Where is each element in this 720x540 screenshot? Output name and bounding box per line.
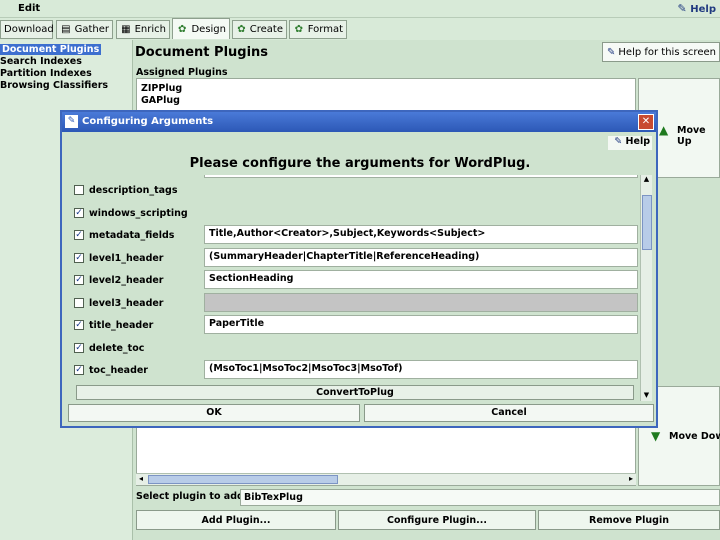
tab-create-label: Create (249, 24, 283, 35)
arg-row-delete-toc: ✓ delete_toc (66, 337, 640, 359)
arg-row-title-header: ✓ title_header PaperTitle (66, 314, 640, 336)
arg-label: description_tags (89, 184, 178, 196)
tab-design[interactable]: ✿ Design (172, 18, 230, 39)
arrow-down-icon: ▼ (651, 429, 661, 443)
vertical-scrollbar[interactable]: ▲ ▼ (640, 175, 652, 401)
checkbox-level3-header[interactable] (74, 298, 84, 308)
select-plugin-dropdown[interactable]: BibTexPlug (240, 489, 720, 506)
move-down-label: Move Down (669, 431, 720, 442)
tab-download[interactable]: Download (0, 20, 54, 39)
scroll-up-icon[interactable]: ▲ (641, 175, 652, 185)
configure-plugin-button[interactable]: Configure Plugin... (338, 510, 536, 530)
arg-label: toc_header (89, 364, 148, 376)
scroll-right-icon[interactable]: ▸ (626, 474, 636, 485)
checkbox-title-header[interactable]: ✓ (74, 320, 84, 330)
gear-icon: ✿ (237, 24, 246, 35)
arg-row-toc-header: ✓ toc_header (MsoToc1|MsoToc2|MsoToc3|Ms… (66, 359, 640, 381)
checkbox-delete-toc[interactable]: ✓ (74, 343, 84, 353)
checkbox-level1-header[interactable]: ✓ (74, 253, 84, 263)
dialog-help-label: Help (625, 136, 650, 147)
help-menu-label: Help (690, 4, 716, 15)
scroll-thumb[interactable] (148, 475, 338, 484)
arguments-list: description_tags ✓ windows_scripting ✓ m… (66, 175, 646, 399)
sidebar-item-document-plugins[interactable]: Document Plugins (0, 44, 102, 55)
assigned-plugins-label: Assigned Plugins (136, 67, 228, 78)
tab-gather-label: Gather (74, 24, 109, 35)
list-item[interactable]: ZIPPlug (141, 83, 182, 94)
title-header-input[interactable]: PaperTitle (204, 315, 638, 334)
help-icon: ✎ (607, 46, 616, 58)
tab-enrich[interactable]: ▦ Enrich (116, 20, 170, 39)
enrich-icon: ▦ (121, 24, 131, 35)
arg-row-level2-header: ✓ level2_header SectionHeading (66, 269, 640, 291)
tab-create[interactable]: ✿ Create (232, 20, 287, 39)
arg-row-metadata-fields: ✓ metadata_fields Title,Author<Creator>,… (66, 224, 640, 246)
arg-label: title_header (89, 319, 154, 331)
convert-to-plug-button[interactable]: ConvertToPlug (76, 385, 634, 400)
toc-header-input[interactable]: (MsoToc1|MsoToc2|MsoToc3|MsoTof) (204, 360, 638, 379)
dialog-title: Configuring Arguments (82, 116, 214, 127)
scroll-down-icon[interactable]: ▼ (641, 391, 652, 401)
checkbox-windows-scripting[interactable]: ✓ (74, 208, 84, 218)
metadata-fields-input[interactable]: Title,Author<Creator>,Subject,Keywords<S… (204, 225, 638, 244)
tab-enrich-label: Enrich (134, 24, 166, 35)
arg-row-description-tags: description_tags (66, 179, 640, 201)
dialog-titlebar[interactable]: ✎ Configuring Arguments ✕ (62, 112, 656, 132)
gear-icon: ✿ (294, 24, 304, 35)
checkbox-level2-header[interactable]: ✓ (74, 275, 84, 285)
ok-button[interactable]: OK (68, 404, 360, 422)
tab-bar: Download ▤ Gather ▦ Enrich ✿ Design ✿ Cr… (0, 18, 720, 40)
help-screen-button[interactable]: ✎ Help for this screen (602, 42, 720, 62)
level3-header-input (204, 293, 638, 312)
menu-bar: Edit ✎ Help (0, 0, 720, 18)
help-screen-label: Help for this screen (618, 46, 716, 58)
move-up-label: Move Up (677, 125, 706, 147)
help-icon: ✎ (677, 2, 687, 15)
remove-plugin-button[interactable]: Remove Plugin (538, 510, 720, 530)
select-plugin-label: Select plugin to add: (136, 491, 248, 502)
list-item[interactable]: GAPlug (141, 95, 180, 106)
checkbox-toc-header[interactable]: ✓ (74, 365, 84, 375)
arg-label: level1_header (89, 252, 164, 264)
tab-format-label: Format (307, 24, 343, 35)
sidebar-item-browsing-classifiers[interactable]: Browsing Classifiers (0, 80, 108, 91)
arg-label: delete_toc (89, 342, 145, 354)
page-title: Document Plugins (135, 45, 269, 60)
arg-row-windows-scripting: ✓ windows_scripting (66, 202, 640, 224)
arrow-up-icon: ▲ (659, 123, 669, 137)
configure-arguments-dialog: ✎ Configuring Arguments ✕ ✎ Help Please … (60, 110, 658, 428)
partial-field (204, 175, 638, 178)
arg-label: windows_scripting (89, 207, 188, 219)
arg-label: metadata_fields (89, 229, 175, 241)
add-plugin-button[interactable]: Add Plugin... (136, 510, 336, 530)
arg-label: level3_header (89, 297, 164, 309)
level1-header-input[interactable]: (SummaryHeader|ChapterTitle|ReferenceHea… (204, 248, 638, 267)
sidebar-item-search-indexes[interactable]: Search Indexes (0, 56, 82, 67)
checkbox-description-tags[interactable] (74, 185, 84, 195)
tab-gather[interactable]: ▤ Gather (56, 20, 113, 39)
tab-design-label: Design (191, 23, 226, 35)
tab-format[interactable]: ✿ Format (289, 20, 347, 39)
close-icon[interactable]: ✕ (638, 114, 654, 130)
arg-row-level1-header: ✓ level1_header (SummaryHeader|ChapterTi… (66, 247, 640, 269)
help-menu[interactable]: ✎ Help (678, 2, 716, 15)
dialog-help-button[interactable]: ✎ Help (608, 136, 652, 150)
scroll-thumb[interactable] (642, 195, 652, 250)
dialog-heading: Please configure the arguments for WordP… (189, 156, 531, 171)
arg-label: level2_header (89, 274, 164, 286)
horizontal-scrollbar[interactable]: ◂ ▸ (136, 473, 636, 485)
sidebar-item-partition-indexes[interactable]: Partition Indexes (0, 68, 92, 79)
arg-row-level3-header: level3_header (66, 292, 640, 314)
gather-icon: ▤ (61, 24, 71, 35)
help-icon: ✎ (614, 136, 623, 147)
level2-header-input[interactable]: SectionHeading (204, 270, 638, 289)
checkbox-metadata-fields[interactable]: ✓ (74, 230, 84, 240)
cancel-button[interactable]: Cancel (364, 404, 654, 422)
menu-edit[interactable]: Edit (18, 3, 40, 14)
tab-download-label: Download (4, 24, 54, 35)
app-icon: ✎ (65, 115, 78, 128)
gear-icon: ✿ (178, 23, 187, 35)
scroll-left-icon[interactable]: ◂ (136, 474, 146, 485)
